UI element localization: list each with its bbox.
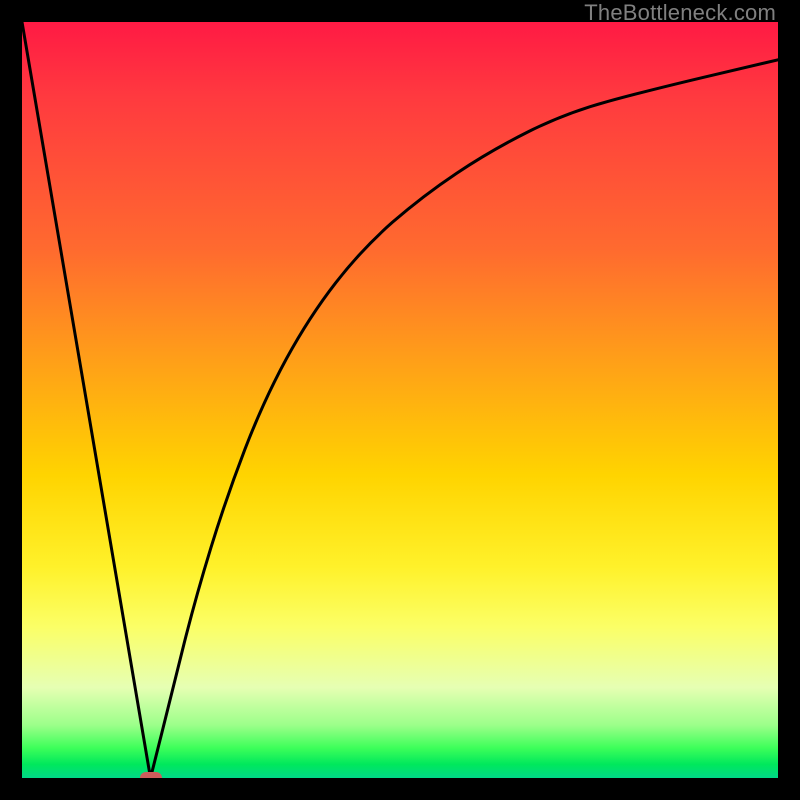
chart-frame: TheBottleneck.com xyxy=(0,0,800,800)
minimum-marker xyxy=(140,772,162,778)
bottleneck-curve xyxy=(22,22,778,778)
watermark-text: TheBottleneck.com xyxy=(584,0,776,26)
plot-area xyxy=(22,22,778,778)
